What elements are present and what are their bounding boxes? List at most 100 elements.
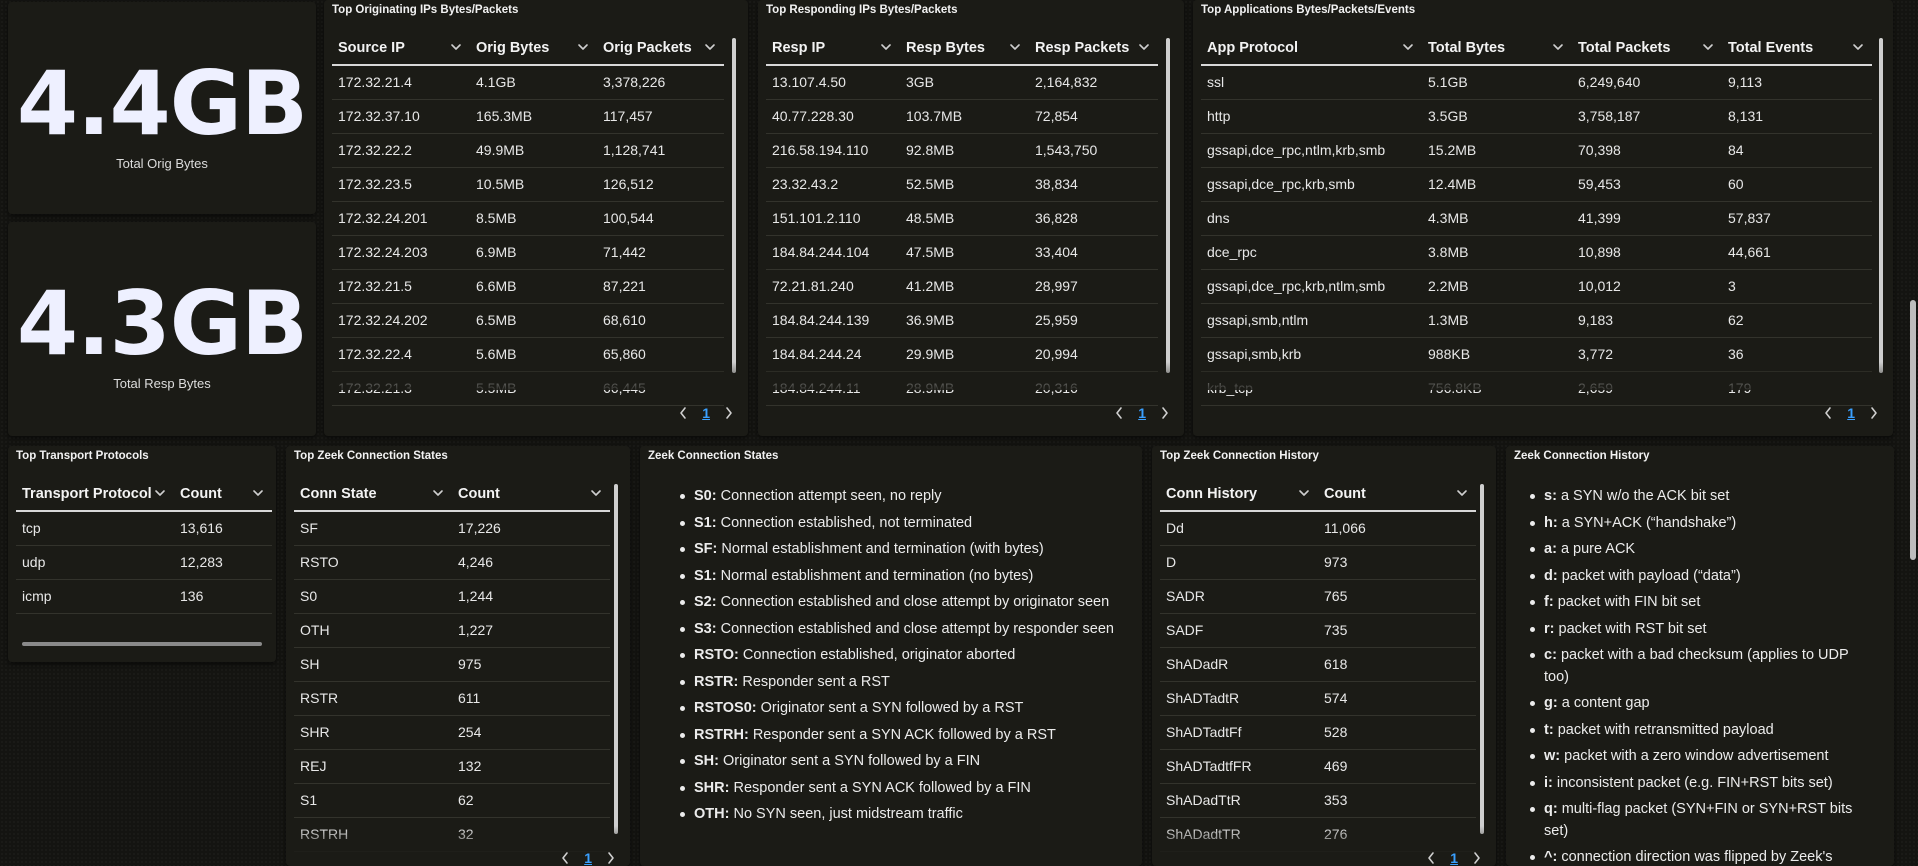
chevron-left-icon[interactable]	[678, 406, 688, 420]
table-cell: 9,183	[1572, 303, 1722, 338]
chevron-down-icon[interactable]	[577, 41, 589, 53]
chevron-down-icon[interactable]	[1298, 487, 1310, 499]
page-number-link[interactable]: 1	[584, 850, 592, 866]
list-item-key: g	[1544, 695, 1553, 711]
list-item: S0: Connection attempt seen, no reply	[680, 486, 1130, 508]
page-number-link[interactable]: 1	[702, 405, 710, 421]
orig-ips-table: Source IP Orig Bytes Orig Packets 172.32.21…	[332, 32, 724, 406]
chevron-left-icon[interactable]	[1114, 406, 1124, 420]
chevron-right-icon[interactable]	[724, 406, 734, 420]
column-header-label: Count	[180, 486, 222, 502]
resp-ips-panel: Top Responding IPs Bytes/Packets Resp IP…	[758, 0, 1184, 436]
column-header[interactable]: Resp IP	[766, 32, 900, 66]
column-header-label: Resp IP	[772, 40, 826, 56]
chevron-down-icon[interactable]	[1009, 41, 1021, 53]
column-header[interactable]: Conn History	[1160, 478, 1318, 512]
chevron-down-icon[interactable]	[450, 41, 462, 53]
chevron-down-icon[interactable]	[590, 487, 602, 499]
table-cell: 32	[452, 817, 610, 852]
table-cell: Dd	[1160, 511, 1318, 546]
column-header[interactable]: Orig Packets	[597, 32, 724, 66]
table-cell: ShADadtTR	[1160, 817, 1318, 852]
page-number-link[interactable]: 1	[1847, 405, 1855, 421]
chevron-left-icon[interactable]	[1426, 851, 1436, 865]
table-cell: 71,442	[597, 235, 724, 270]
table-row: 184.84.244.11 28.9MB 20,316	[766, 371, 1158, 406]
pagination: 1	[560, 850, 616, 866]
column-header[interactable]: Conn State	[294, 478, 452, 512]
vertical-scrollbar[interactable]	[732, 38, 736, 373]
list-item-key: S0	[694, 488, 712, 504]
list-item-text: a SYN+ACK (“handshake”)	[1557, 514, 1737, 531]
vertical-scrollbar[interactable]	[1166, 38, 1170, 373]
conn-history-desc-panel: Zeek Connection History s: a SYN w/o the…	[1506, 446, 1894, 866]
table-cell: 33,404	[1029, 235, 1158, 270]
table-cell: 172.32.23.5	[332, 167, 470, 202]
list-item-key: S1	[694, 514, 712, 531]
chevron-down-icon[interactable]	[1552, 41, 1564, 53]
table-row: udp 12,283	[16, 545, 272, 580]
page-number-link[interactable]: 1	[1450, 850, 1458, 866]
metric-label: Total Orig Bytes	[116, 156, 208, 171]
column-header[interactable]: Total Packets	[1572, 32, 1722, 66]
table-cell: 117,457	[597, 99, 724, 134]
chevron-left-icon[interactable]	[1823, 406, 1833, 420]
chevron-down-icon[interactable]	[1852, 41, 1864, 53]
column-header[interactable]: Total Events	[1722, 32, 1872, 66]
vertical-scrollbar[interactable]	[1879, 38, 1883, 373]
list-item-text: Connection established, not terminated	[716, 514, 973, 531]
chevron-down-icon[interactable]	[1702, 41, 1714, 53]
list-item-key: OTH	[694, 806, 725, 822]
column-header[interactable]: Resp Packets	[1029, 32, 1158, 66]
horizontal-scrollbar[interactable]	[22, 642, 262, 646]
chevron-down-icon[interactable]	[1456, 487, 1468, 499]
column-header[interactable]: Transport Protocol	[16, 478, 174, 512]
table-cell: dce_rpc	[1201, 235, 1422, 270]
chevron-left-icon[interactable]	[560, 851, 570, 865]
chevron-down-icon[interactable]	[880, 41, 892, 53]
chevron-down-icon[interactable]	[704, 41, 716, 53]
column-header[interactable]: Source IP	[332, 32, 470, 66]
table-row: icmp 136	[16, 579, 272, 614]
list-item-key: S1	[694, 567, 712, 584]
table-cell: 126,512	[597, 167, 724, 202]
table-cell: 735	[1318, 613, 1476, 648]
column-header[interactable]: App Protocol	[1201, 32, 1422, 66]
page-number-link[interactable]: 1	[1138, 405, 1146, 421]
column-header[interactable]: Count	[452, 478, 610, 512]
table-row: SHR 254	[294, 715, 610, 750]
chevron-down-icon[interactable]	[1402, 41, 1414, 53]
table-cell: 528	[1318, 715, 1476, 750]
list-item: S1: Connection established, not terminat…	[680, 513, 1130, 535]
table-cell: 40.77.228.30	[766, 99, 900, 134]
column-header-label: Count	[1324, 486, 1366, 502]
column-header[interactable]: Count	[174, 478, 272, 512]
table-cell: 48.5MB	[900, 201, 1029, 236]
page-scrollbar[interactable]	[1910, 300, 1916, 560]
chevron-down-icon[interactable]	[432, 487, 444, 499]
table-row: SF 17,226	[294, 511, 610, 546]
list-item-text: multi-flag packet (SYN+FIN or SYN+RST bi…	[1544, 801, 1853, 839]
conn-history-panel: Top Zeek Connection History Conn History…	[1152, 446, 1496, 866]
table-cell: 6.6MB	[470, 269, 597, 304]
chevron-down-icon[interactable]	[1138, 41, 1150, 53]
vertical-scrollbar[interactable]	[614, 484, 618, 834]
table-cell: 2,164,832	[1029, 65, 1158, 100]
chevron-right-icon[interactable]	[606, 851, 616, 865]
chevron-right-icon[interactable]	[1472, 851, 1482, 865]
pagination: 1	[1426, 850, 1482, 866]
table-cell: 62	[1722, 303, 1872, 338]
column-header[interactable]: Count	[1318, 478, 1476, 512]
chevron-down-icon[interactable]	[154, 487, 166, 499]
list-item-text: a SYN w/o the ACK bit set	[1556, 488, 1730, 504]
vertical-scrollbar[interactable]	[1480, 484, 1484, 834]
table-cell: 70,398	[1572, 133, 1722, 168]
column-header[interactable]: Resp Bytes	[900, 32, 1029, 66]
chevron-down-icon[interactable]	[252, 487, 264, 499]
column-header[interactable]: Orig Bytes	[470, 32, 597, 66]
chevron-right-icon[interactable]	[1869, 406, 1879, 420]
table-row: http 3.5GB 3,758,187 8,131	[1201, 99, 1872, 134]
table-row: 172.32.24.201 8.5MB 100,544	[332, 201, 724, 236]
chevron-right-icon[interactable]	[1160, 406, 1170, 420]
column-header[interactable]: Total Bytes	[1422, 32, 1572, 66]
